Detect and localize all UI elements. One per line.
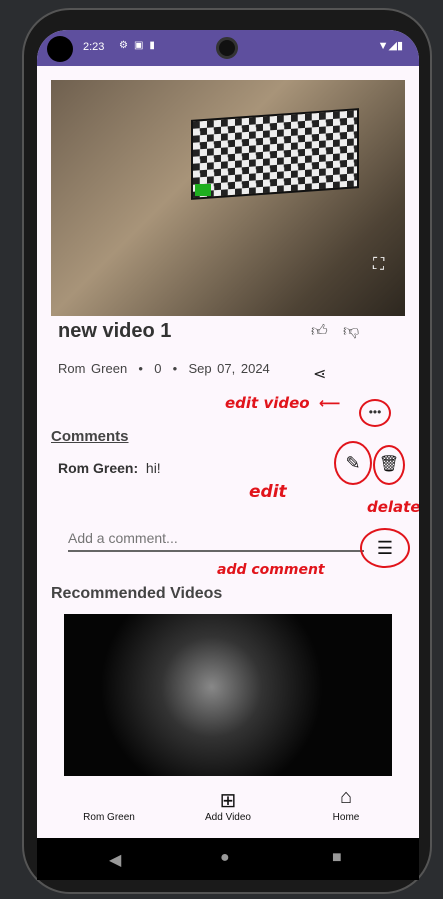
annotation-edit-video: edit video bbox=[225, 394, 310, 412]
screen: 2:23 ⚙▣▮ ▼◢▮ ⛶ new video 1 👍︎ 👎︎ Rom Gre… bbox=[37, 30, 419, 880]
add-comment-icon[interactable]: ☰ bbox=[360, 528, 410, 568]
comment-item: Rom Green: hi! bbox=[58, 460, 161, 476]
view-count: 0 bbox=[154, 361, 162, 376]
home-circle-icon[interactable]: ● bbox=[220, 849, 230, 867]
video-player[interactable]: ⛶ bbox=[51, 80, 405, 316]
fullscreen-icon[interactable]: ⛶ bbox=[373, 256, 384, 274]
front-camera bbox=[216, 37, 238, 59]
comment-text: hi! bbox=[145, 460, 161, 476]
video-author: Rom Green bbox=[58, 361, 128, 376]
nav-add-video[interactable]: Add Video bbox=[178, 812, 278, 823]
clock: 2:23 bbox=[83, 41, 105, 53]
more-options-icon[interactable]: ••• bbox=[359, 399, 391, 427]
annotation-arrow: ⟵ bbox=[319, 394, 341, 412]
add-video-icon[interactable]: ⊞ bbox=[178, 788, 278, 813]
annotation-delete: delate bbox=[367, 498, 419, 516]
home-icon[interactable]: ⌂ bbox=[296, 786, 396, 809]
back-icon[interactable]: ◀ bbox=[109, 850, 121, 870]
notification-icons: ⚙▣▮ bbox=[119, 40, 161, 51]
comments-heading: Comments bbox=[51, 428, 129, 445]
system-nav-bar: ◀ ● ■ bbox=[37, 838, 419, 880]
video-meta: Rom Green • 0 • Sep 07, 2024 bbox=[58, 361, 270, 376]
delete-comment-trash-icon[interactable]: 🗑︎ bbox=[373, 445, 405, 485]
recommended-heading: Recommended Videos bbox=[51, 585, 223, 602]
recents-icon[interactable]: ■ bbox=[332, 849, 342, 867]
upload-date: Sep 07, 2024 bbox=[188, 361, 270, 376]
share-icon[interactable]: ⋖ bbox=[313, 364, 326, 384]
video-title: new video 1 bbox=[58, 320, 172, 342]
video-frame-green bbox=[195, 184, 211, 196]
nav-home[interactable]: Home bbox=[296, 812, 396, 823]
video-frame-tv bbox=[191, 108, 359, 200]
status-bar: 2:23 ⚙▣▮ ▼◢▮ bbox=[37, 30, 419, 66]
camera-cutout bbox=[47, 36, 73, 62]
recommended-video-thumbnail[interactable] bbox=[64, 614, 392, 776]
annotation-add-comment: add comment bbox=[217, 562, 325, 578]
bottom-nav: Rom Green ⊞ Add Video ⌂ Home bbox=[37, 780, 419, 838]
comment-input[interactable] bbox=[68, 530, 364, 552]
like-icon[interactable]: 👍︎ bbox=[311, 322, 328, 341]
comment-author: Rom Green: bbox=[58, 460, 139, 476]
annotation-edit: edit bbox=[249, 482, 287, 502]
dislike-icon[interactable]: 👎︎ bbox=[343, 322, 359, 341]
nav-profile[interactable]: Rom Green bbox=[59, 812, 159, 823]
wifi-signal-battery-icons: ▼◢▮ bbox=[377, 40, 403, 52]
edit-comment-pencil-icon[interactable]: ✎ bbox=[334, 441, 372, 485]
